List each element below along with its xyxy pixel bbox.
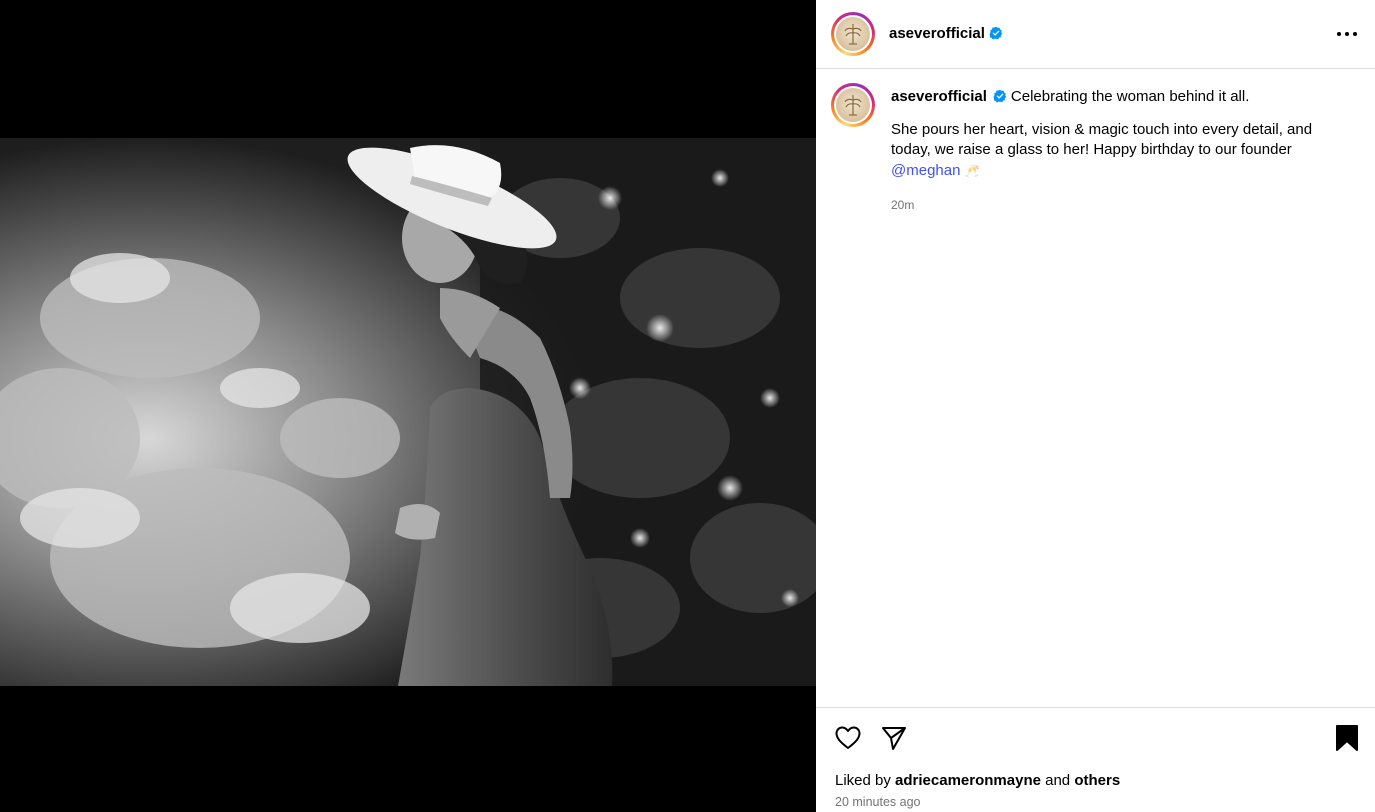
heart-icon[interactable]	[834, 724, 862, 752]
header-username-text[interactable]: aseverofficial	[889, 25, 985, 42]
verified-badge-icon	[993, 89, 1007, 103]
media-pane	[0, 0, 816, 812]
header-username[interactable]: aseverofficial	[889, 25, 1003, 42]
liked-by-user-link[interactable]: adriecameronmayne	[895, 772, 1041, 789]
more-options-icon[interactable]	[1337, 26, 1357, 42]
caption-time[interactable]: 20m	[891, 198, 914, 212]
caption-body: She pours her heart, vision & magic touc…	[891, 120, 1313, 159]
bookmark-icon[interactable]	[1335, 724, 1359, 752]
liked-by-prefix: Liked by	[835, 772, 891, 789]
post-timestamp[interactable]: 20 minutes ago	[835, 795, 920, 809]
liked-by-text: Liked by adriecameronmayne and others	[835, 772, 1120, 789]
mention-link[interactable]: @meghan	[891, 162, 960, 179]
liked-by-joiner: and	[1045, 772, 1071, 789]
post-side-panel: aseverofficial aseverofficial Celebratin…	[816, 0, 1375, 812]
post-actions: Liked by adriecameronmayne and others 20…	[816, 707, 1375, 812]
brand-logo-icon	[836, 88, 870, 122]
post-photo[interactable]	[0, 138, 816, 686]
liked-by-others-link[interactable]: others	[1074, 772, 1120, 789]
post-caption: aseverofficial Celebrating the woman behi…	[891, 87, 1351, 181]
photo-image	[0, 138, 816, 686]
avatar[interactable]	[831, 12, 875, 56]
post-header: aseverofficial	[816, 0, 1375, 69]
caption-username[interactable]: aseverofficial	[891, 88, 987, 105]
caption-line1: Celebrating the woman behind it all.	[1010, 88, 1250, 105]
caption-avatar[interactable]	[831, 83, 875, 127]
champagne-emoji: 🥂	[964, 163, 980, 178]
brand-logo-icon	[836, 17, 870, 51]
verified-badge-icon	[989, 26, 1003, 40]
paper-plane-icon[interactable]	[880, 724, 908, 752]
